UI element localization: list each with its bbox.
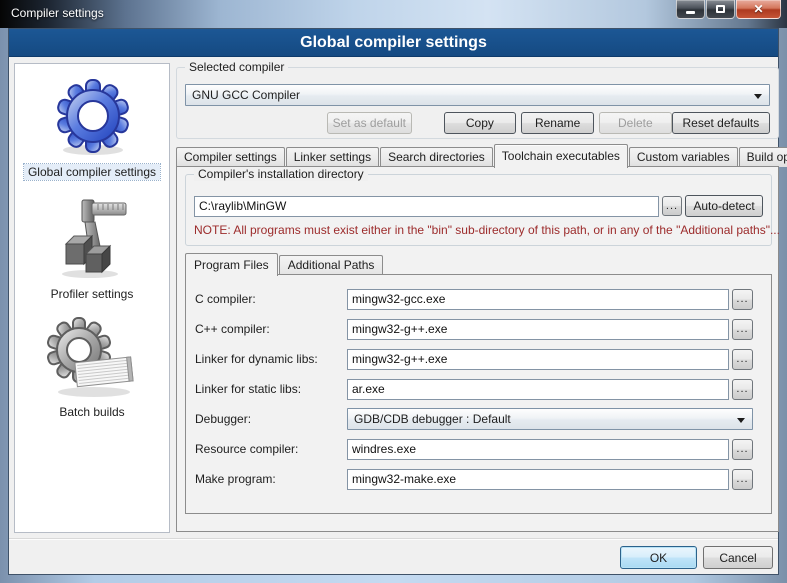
debugger-select[interactable]: GDB/CDB debugger : Default bbox=[347, 408, 753, 430]
field-label: Linker for dynamic libs: bbox=[195, 352, 347, 366]
profiler-settings-icon bbox=[52, 194, 132, 280]
installation-directory-row: ... Auto-detect bbox=[194, 195, 763, 217]
program-files-panel: C compiler: ... C++ compiler: ... Linker… bbox=[185, 274, 772, 514]
field-row-c-compiler: C compiler: ... bbox=[195, 288, 753, 310]
field-label: Resource compiler: bbox=[195, 442, 347, 456]
delete-button[interactable]: Delete bbox=[599, 112, 672, 134]
compiler-actions: Set as default Copy Rename Delete Reset … bbox=[185, 112, 770, 134]
sidebar-item-global-compiler-settings[interactable]: Global compiler settings bbox=[15, 64, 169, 180]
settings-category-list: Global compiler settings bbox=[14, 63, 170, 533]
compiler-select-value: GNU GCC Compiler bbox=[192, 88, 300, 102]
minimize-button[interactable] bbox=[676, 0, 705, 19]
page-title: Global compiler settings bbox=[9, 29, 778, 57]
installation-directory-input[interactable] bbox=[194, 196, 659, 217]
installation-directory-group-label: Compiler's installation directory bbox=[194, 167, 368, 181]
title-bar[interactable]: Compiler settings ✕ bbox=[0, 0, 787, 28]
selected-compiler-group-label: Selected compiler bbox=[185, 60, 288, 74]
dialog-body: Global compiler settings bbox=[9, 57, 778, 574]
sidebar-item-label: Global compiler settings bbox=[24, 164, 160, 180]
browse-resource-compiler-button[interactable]: ... bbox=[732, 439, 753, 460]
reset-defaults-button[interactable]: Reset defaults bbox=[672, 112, 770, 134]
batch-builds-icon bbox=[44, 316, 140, 398]
chevron-down-icon bbox=[737, 418, 745, 423]
cancel-button[interactable]: Cancel bbox=[703, 546, 773, 569]
browse-cpp-compiler-button[interactable]: ... bbox=[732, 319, 753, 340]
tab-compiler-settings[interactable]: Compiler settings bbox=[176, 147, 285, 167]
minimize-icon bbox=[686, 11, 695, 14]
field-label: C compiler: bbox=[195, 292, 347, 306]
browse-dynamic-linker-button[interactable]: ... bbox=[732, 349, 753, 370]
global-compiler-settings-icon bbox=[49, 78, 135, 158]
field-label: Debugger: bbox=[195, 412, 347, 426]
auto-detect-button[interactable]: Auto-detect bbox=[685, 195, 763, 217]
browse-make-program-button[interactable]: ... bbox=[732, 469, 753, 490]
footer-divider bbox=[9, 538, 778, 540]
tab-additional-paths[interactable]: Additional Paths bbox=[279, 255, 384, 275]
field-row-resource-compiler: Resource compiler: ... bbox=[195, 438, 753, 460]
compiler-select[interactable]: GNU GCC Compiler bbox=[185, 84, 770, 106]
field-label: Make program: bbox=[195, 472, 347, 486]
tab-search-directories[interactable]: Search directories bbox=[380, 147, 493, 167]
cpp-compiler-input[interactable] bbox=[347, 319, 729, 340]
window-title: Compiler settings bbox=[11, 6, 104, 20]
sidebar-item-label: Profiler settings bbox=[47, 286, 138, 302]
maximize-icon bbox=[716, 5, 725, 13]
browse-c-compiler-button[interactable]: ... bbox=[732, 289, 753, 310]
close-button[interactable]: ✕ bbox=[736, 0, 781, 19]
field-row-dynamic-linker: Linker for dynamic libs: ... bbox=[195, 348, 753, 370]
field-row-make-program: Make program: ... bbox=[195, 468, 753, 490]
rename-button[interactable]: Rename bbox=[521, 112, 594, 134]
tab-toolchain-executables[interactable]: Toolchain executables bbox=[494, 144, 628, 168]
field-row-cpp-compiler: C++ compiler: ... bbox=[195, 318, 753, 340]
ok-button[interactable]: OK bbox=[620, 546, 697, 569]
sidebar-item-batch-builds[interactable]: Batch builds bbox=[15, 302, 169, 420]
resource-compiler-input[interactable] bbox=[347, 439, 729, 460]
browse-static-linker-button[interactable]: ... bbox=[732, 379, 753, 400]
field-label: Linker for static libs: bbox=[195, 382, 347, 396]
field-row-debugger: Debugger: GDB/CDB debugger : Default bbox=[195, 408, 753, 430]
copy-button[interactable]: Copy bbox=[444, 112, 517, 134]
compiler-settings-window: Compiler settings ✕ Global compiler sett… bbox=[0, 0, 787, 583]
window-controls: ✕ bbox=[675, 0, 781, 19]
browse-directory-button[interactable]: ... bbox=[662, 196, 682, 216]
program-tab-strip: Program Files Additional Paths bbox=[185, 252, 384, 275]
installation-note: NOTE: All programs must exist either in … bbox=[194, 223, 780, 237]
chevron-down-icon bbox=[754, 94, 762, 99]
field-row-static-linker: Linker for static libs: ... bbox=[195, 378, 753, 400]
close-icon: ✕ bbox=[753, 2, 763, 16]
field-label: C++ compiler: bbox=[195, 322, 347, 336]
dynamic-linker-input[interactable] bbox=[347, 349, 729, 370]
set-as-default-button[interactable]: Set as default bbox=[327, 112, 412, 134]
settings-tab-strip: Compiler settings Linker settings Search… bbox=[176, 143, 777, 167]
maximize-button[interactable] bbox=[706, 0, 735, 19]
make-program-input[interactable] bbox=[347, 469, 729, 490]
tab-linker-settings[interactable]: Linker settings bbox=[286, 147, 379, 167]
sidebar-item-profiler-settings[interactable]: Profiler settings bbox=[15, 180, 169, 302]
static-linker-input[interactable] bbox=[347, 379, 729, 400]
tab-custom-variables[interactable]: Custom variables bbox=[629, 147, 738, 167]
toolchain-executables-page: Compiler's installation directory ... Au… bbox=[176, 166, 779, 532]
selected-compiler-group: Selected compiler GNU GCC Compiler Set a… bbox=[176, 67, 779, 139]
sidebar-item-label: Batch builds bbox=[55, 404, 128, 420]
tab-build-options[interactable]: Build options bbox=[739, 147, 787, 167]
dialog-content: Global compiler settings bbox=[8, 28, 779, 575]
debugger-select-value: GDB/CDB debugger : Default bbox=[354, 412, 511, 426]
c-compiler-input[interactable] bbox=[347, 289, 729, 310]
tab-program-files[interactable]: Program Files bbox=[185, 253, 278, 276]
installation-directory-group: Compiler's installation directory ... Au… bbox=[185, 174, 772, 246]
